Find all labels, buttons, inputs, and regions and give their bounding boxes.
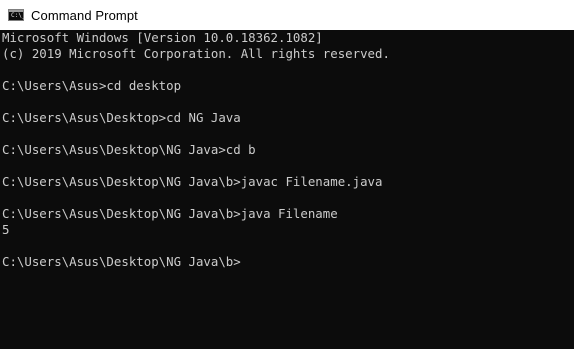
title-bar[interactable]: C:\_ Command Prompt (0, 0, 574, 30)
console-line: C:\Users\Asus\Desktop\NG Java>cd b (2, 142, 256, 157)
console-line: C:\Users\Asus\Desktop>cd NG Java (2, 110, 241, 125)
console-line: Microsoft Windows [Version 10.0.18362.10… (2, 30, 323, 45)
console-line: C:\Users\Asus>cd desktop (2, 78, 182, 93)
cmd-icon: C:\_ (8, 9, 26, 21)
console-line: C:\Users\Asus\Desktop\NG Java\b>java Fil… (2, 206, 338, 221)
console-prompt-line[interactable]: C:\Users\Asus\Desktop\NG Java\b> (2, 254, 574, 270)
cmd-icon-label: C:\_ (11, 12, 26, 19)
command-prompt-window: C:\_ Command Prompt Microsoft Windows [V… (0, 0, 574, 349)
console-line: (c) 2019 Microsoft Corporation. All righ… (2, 46, 390, 61)
console-line: C:\Users\Asus\Desktop\NG Java\b>javac Fi… (2, 174, 383, 189)
window-title: Command Prompt (31, 7, 138, 23)
console-line: 5 (2, 222, 10, 237)
console-output[interactable]: Microsoft Windows [Version 10.0.18362.10… (0, 30, 574, 349)
